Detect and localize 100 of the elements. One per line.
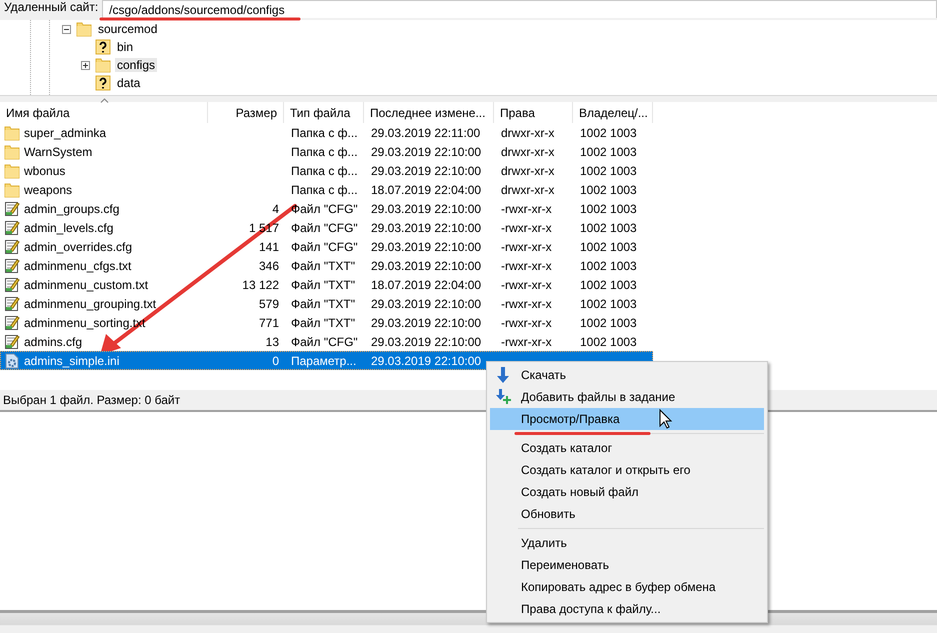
sort-icon [100,98,109,103]
file-row[interactable]: weapons Папка с ф... 18.07.2019 22:04:00 drwxr-xr-x 1002 1003 [0,180,937,199]
table-cell-text: -rwxr-xr-x [500,316,553,330]
table-cell-text: -rwxr-xr-x [500,220,553,234]
menu-item[interactable]: Создать новый файл [490,481,764,503]
table-cell-text: 1002 1003 [579,278,638,292]
table-cell-text: 29.03.2019 22:10:00 [370,316,482,330]
table-cell-text: 18.07.2019 22:04:00 [370,278,482,292]
add-download-icon [496,389,512,405]
collapse-icon[interactable] [62,24,71,34]
table-cell-text: 13 [264,334,280,348]
table-cell-text: -rwxr-xr-x [500,296,553,310]
table-cell-text: 1002 1003 [579,334,638,348]
document-pencil-icon [4,238,20,254]
file-name: adminmenu_grouping.txt [24,296,156,310]
table-cell-text: Папка с ф... [290,126,359,140]
tree-item[interactable]: data [115,76,142,90]
table-cell-text: Папка с ф... [290,182,359,196]
unknown-folder-icon [95,75,111,91]
file-name: admins.cfg [24,334,82,348]
download-icon [496,367,510,383]
file-row[interactable]: adminmenu_custom.txt 13 122 Файл "TXT" 18.07.2019 22:04:00 -rwxr-xr-x 1002 1003 [0,275,937,294]
menu-item[interactable]: Создать каталог и открыть его [490,459,764,481]
table-cell-text: Файл "CFG" [290,334,359,348]
table-cell-text: -rwxr-xr-x [500,278,553,292]
table-cell-text: drwxr-xr-x [500,126,556,140]
table-cell-text: -rwxr-xr-x [500,240,553,254]
menu-item[interactable]: Обновить [490,503,764,525]
tree-item[interactable]: configs [115,58,158,72]
table-cell-text: 1002 1003 [579,164,638,178]
file-name: admin_groups.cfg [24,202,120,216]
table-cell-text: 579 [258,296,280,310]
table-cell-text: -rwxr-xr-x [500,258,553,272]
table-cell-text: 1002 1003 [579,240,638,254]
table-cell-text: Файл "TXT" [290,296,356,310]
table-cell-text: Файл "TXT" [290,316,356,330]
table-cell-text: 346 [258,258,280,272]
column-header[interactable]: Последнее измене... [364,102,494,123]
menu-item[interactable]: Просмотр/Правка [490,408,764,430]
menu-item[interactable]: Удалить [490,532,764,554]
file-row[interactable]: super_adminka Папка с ф... 29.03.2019 22:11:00 drwxr-xr-x 1002 1003 [0,123,937,142]
remote-site-label: Удаленный сайт: [3,0,100,14]
folder-icon [76,21,92,37]
table-cell-text: 1002 1003 [579,296,638,310]
table-cell-text: Папка с ф... [290,144,359,158]
menu-item[interactable]: Создать каталог [490,437,764,459]
folder-icon [95,57,111,73]
file-row[interactable]: admins.cfg 13 Файл "CFG" 29.03.2019 22:10:00 -rwxr-xr-x 1002 1003 [0,332,937,351]
unknown-folder-icon [95,39,111,55]
tree-item[interactable]: bin [115,40,136,54]
file-row[interactable]: admin_overrides.cfg 141 Файл "CFG" 29.03.2019 22:10:00 -rwxr-xr-x 1002 1003 [0,237,937,256]
settings-file-icon [4,352,20,368]
table-cell-text: Файл "TXT" [290,258,356,272]
tree-item[interactable]: sourcemod [96,22,160,36]
table-cell-text: 29.03.2019 22:11:00 [370,126,482,140]
table-cell-text: 18.07.2019 22:04:00 [370,182,482,196]
table-cell-text: 29.03.2019 22:10:00 [370,220,482,234]
file-row[interactable]: adminmenu_grouping.txt 579 Файл "TXT" 29.03.2019 22:10:00 -rwxr-xr-x 1002 1003 [0,294,937,313]
table-cell-text: 1002 1003 [579,182,638,196]
file-name: admins_simple.ini [24,354,120,368]
menu-item[interactable]: Копировать адрес в буфер обмена [490,576,764,598]
table-cell-text: -rwxr-xr-x [500,202,553,216]
table-cell-text: Файл "CFG" [290,240,359,254]
menu-item[interactable]: Добавить файлы в задание [490,386,764,408]
cursor-icon [660,408,672,429]
table-cell-text: Файл "CFG" [290,220,359,234]
table-cell-text: 1002 1003 [579,202,638,216]
path-field[interactable]: /csgo/addons/sourcemod/configs [102,0,937,18]
column-header[interactable]: Размер [208,102,284,123]
folder-icon [4,124,20,140]
file-name: admin_levels.cfg [24,220,114,234]
column-header[interactable]: Владелец/... [573,102,653,123]
table-cell-text: drwxr-xr-x [500,182,556,196]
table-cell-text: 29.03.2019 22:10:00 [370,296,482,310]
table-cell-text: 771 [258,316,280,330]
table-cell-text: Папка с ф... [290,164,359,178]
table-cell-text: drwxr-xr-x [500,144,556,158]
expand-icon[interactable] [81,60,90,70]
document-pencil-icon [4,258,20,274]
table-cell-text: Параметр... [290,354,358,368]
file-name: adminmenu_cfgs.txt [24,258,132,272]
column-header[interactable]: Имя файла [0,102,208,123]
table-cell-text: 13 122 [241,278,280,292]
document-pencil-icon [4,296,20,312]
column-header[interactable]: Тип файла [284,102,364,123]
menu-item[interactable]: Права доступа к файлу... [490,598,764,620]
table-cell-text: 29.03.2019 22:10:00 [370,334,482,348]
file-name: admin_overrides.cfg [24,240,132,254]
file-row[interactable]: WarnSystem Папка с ф... 29.03.2019 22:10:00 drwxr-xr-x 1002 1003 [0,142,937,161]
column-header[interactable]: Права [494,102,573,123]
document-pencil-icon [4,276,20,292]
file-row[interactable]: adminmenu_cfgs.txt 346 Файл "TXT" 29.03.2019 22:10:00 -rwxr-xr-x 1002 1003 [0,256,937,275]
file-row[interactable]: wbonus Папка с ф... 29.03.2019 22:10:00 drwxr-xr-x 1002 1003 [0,161,937,180]
folder-icon [4,162,20,178]
table-cell-text: 1002 1003 [579,220,638,234]
table-cell-text: 4 [271,202,280,216]
menu-item[interactable]: Переименовать [490,554,764,576]
table-cell-text: 0 [271,354,280,368]
file-row[interactable]: admin_groups.cfg 4 Файл "CFG" 29.03.2019 22:10:00 -rwxr-xr-x 1002 1003 [0,199,937,218]
folder-icon [4,144,20,160]
